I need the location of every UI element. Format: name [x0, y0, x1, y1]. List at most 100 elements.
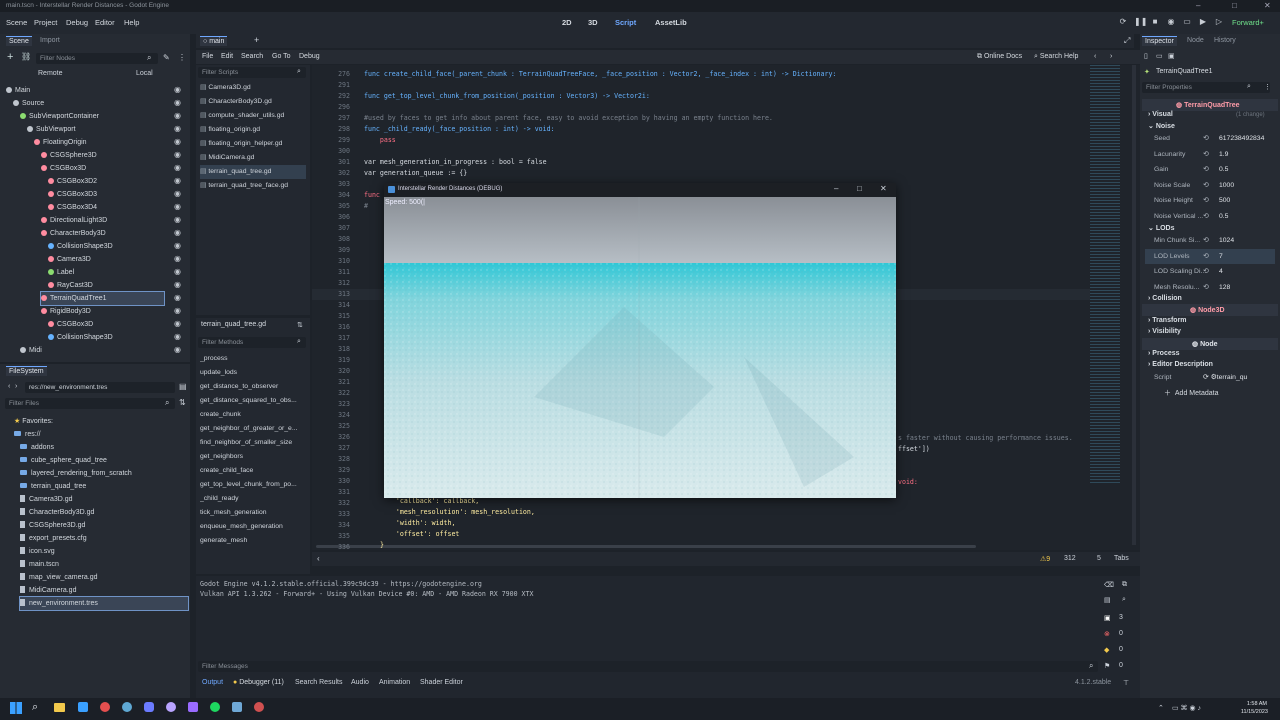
filesystem-item[interactable]: cube_sphere_quad_tree: [20, 454, 188, 467]
filesystem-item[interactable]: icon.svg: [20, 545, 188, 558]
inspected-object[interactable]: TerrainQuadTree1: [1156, 68, 1213, 75]
property-row[interactable]: Noise Scale ⟲ 1000: [1145, 178, 1275, 193]
filesystem-item[interactable]: MidiCamera.gd: [20, 584, 188, 597]
visibility-eye-icon[interactable]: ◉: [174, 228, 181, 237]
visibility-eye-icon[interactable]: ◉: [174, 163, 181, 172]
script-menu-search[interactable]: Search: [241, 53, 263, 60]
minimize-icon[interactable]: –: [834, 184, 838, 193]
scene-node[interactable]: CharacterBody3D: [41, 227, 164, 240]
visibility-eye-icon[interactable]: ◉: [174, 202, 181, 211]
scene-node[interactable]: CSGBox3D3: [48, 188, 164, 201]
sort-icon[interactable]: ⇅: [297, 321, 303, 329]
workspace-tab-2d[interactable]: 2D: [562, 18, 572, 27]
property-row[interactable]: Min Chunk Si... ⟲ 1024: [1145, 233, 1275, 248]
run-scene-icon[interactable]: ▭: [1182, 17, 1192, 27]
script-menu-goto[interactable]: Go To: [272, 53, 291, 60]
property-value[interactable]: 0.5: [1219, 209, 1228, 224]
filesystem-item[interactable]: CharacterBody3D.gd: [20, 506, 188, 519]
method-list-item[interactable]: update_lods: [200, 366, 306, 380]
online-docs-button[interactable]: ⧉ Online Docs: [977, 53, 1022, 61]
scene-node[interactable]: RigidBody3D: [41, 305, 164, 318]
clock-date[interactable]: 11/15/2023: [1236, 709, 1268, 715]
renderer-selector[interactable]: Forward+: [1232, 18, 1264, 27]
toggle-scripts-icon[interactable]: ‹: [317, 554, 320, 563]
scene-node[interactable]: CollisionShape3D: [48, 331, 164, 344]
revert-icon[interactable]: ⟲: [1203, 178, 1209, 193]
revert-icon[interactable]: ⟲: [1203, 233, 1209, 248]
maximize-icon[interactable]: □: [857, 184, 862, 193]
load-resource-icon[interactable]: ▭: [1156, 52, 1163, 60]
visibility-eye-icon[interactable]: ◉: [174, 111, 181, 120]
indent-mode[interactable]: Tabs: [1114, 555, 1129, 562]
search-icon[interactable]: ⌕: [32, 701, 38, 714]
add-metadata-button[interactable]: ＋ Add Metadata: [1164, 388, 1218, 398]
property-value[interactable]: 4: [1219, 264, 1223, 279]
game-window[interactable]: Interstellar Render Distances (DEBUG) – …: [384, 183, 896, 498]
save-resource-icon[interactable]: ▣: [1168, 52, 1175, 60]
tab-shader-editor[interactable]: Shader Editor: [420, 679, 463, 686]
property-value[interactable]: 0.5: [1219, 162, 1228, 177]
section-editor-description[interactable]: › Editor Description: [1148, 361, 1213, 368]
close-icon[interactable]: ✕: [880, 184, 887, 193]
filesystem-path[interactable]: res://new_environment.tres: [25, 382, 175, 393]
clear-output-icon[interactable]: ⌫: [1104, 581, 1114, 589]
script-menu-file[interactable]: File: [202, 53, 213, 60]
filesystem-item[interactable]: main.tscn: [20, 558, 188, 571]
script-list-item[interactable]: ▤ Camera3D.gd: [200, 81, 306, 95]
code-minimap[interactable]: [1090, 65, 1120, 485]
tab-audio[interactable]: Audio: [351, 679, 369, 686]
discord-icon[interactable]: [144, 702, 154, 712]
property-row[interactable]: LOD Levels ⟲ 7: [1145, 248, 1275, 264]
revert-icon[interactable]: ⟲: [1203, 131, 1209, 146]
menu-debug[interactable]: Debug: [66, 18, 88, 27]
tray-icons[interactable]: ▭ ⌘ ◉ ♪: [1172, 704, 1201, 712]
section-transform[interactable]: › Transform: [1148, 317, 1187, 324]
filter-scripts-input[interactable]: Filter Scripts: [198, 67, 306, 78]
method-list-item[interactable]: get_neighbor_of_greater_or_e...: [200, 422, 306, 436]
visibility-eye-icon[interactable]: ◉: [174, 98, 181, 107]
telegram-icon[interactable]: [122, 702, 132, 712]
section-lods[interactable]: ⌄ LODs: [1148, 224, 1174, 232]
method-list-item[interactable]: get_distance_to_observer: [200, 380, 306, 394]
menu-project[interactable]: Project: [34, 18, 57, 27]
workspace-tab-script[interactable]: Script: [615, 18, 636, 27]
distraction-free-icon[interactable]: ⤢: [1124, 36, 1130, 46]
revert-icon[interactable]: ⟲: [1203, 162, 1209, 177]
method-list-item[interactable]: create_chunk: [200, 408, 306, 422]
section-collision[interactable]: › Collision: [1148, 295, 1182, 302]
filesystem-item[interactable]: addons: [20, 441, 188, 454]
revert-icon[interactable]: ⟲: [1203, 249, 1209, 264]
visibility-eye-icon[interactable]: ◉: [174, 137, 181, 146]
clock-time[interactable]: 1:58 AM: [1241, 701, 1267, 707]
twitch-icon[interactable]: [188, 702, 198, 712]
app-icon[interactable]: [78, 702, 88, 712]
property-row[interactable]: Noise Height ⟲ 500: [1145, 193, 1275, 208]
scene-node[interactable]: CSGBox3D: [48, 318, 164, 331]
add-node-icon[interactable]: +: [7, 51, 13, 63]
filesystem-item[interactable]: CSGSphere3D.gd: [20, 519, 188, 532]
copy-output-icon[interactable]: ⧉: [1122, 581, 1127, 589]
new-resource-icon[interactable]: ▯: [1144, 52, 1148, 60]
filesystem-item[interactable]: layered_rendering_from_scratch: [20, 467, 188, 480]
method-list-item[interactable]: get_top_level_chunk_from_po...: [200, 478, 306, 492]
search-icon[interactable]: ⌕: [1122, 596, 1126, 604]
workspace-tab-assetlib[interactable]: AssetLib: [655, 18, 687, 27]
revert-icon[interactable]: ⟲: [1203, 147, 1209, 162]
tab-main[interactable]: ○ main: [200, 36, 228, 46]
scene-node[interactable]: Main: [6, 84, 164, 97]
spotify-icon[interactable]: [210, 702, 220, 712]
scene-node[interactable]: CSGBox3D: [41, 162, 164, 175]
next-script-icon[interactable]: ›: [1110, 53, 1112, 60]
script-list-item[interactable]: ▤ terrain_quad_tree_face.gd: [200, 179, 306, 193]
movie-icon[interactable]: ◉: [1166, 17, 1176, 27]
scene-node[interactable]: CSGBox3D2: [48, 175, 164, 188]
file-explorer-icon[interactable]: [54, 703, 65, 712]
property-row[interactable]: Seed ⟲ 617238492834: [1145, 131, 1275, 146]
attach-script-icon[interactable]: ✎: [163, 53, 170, 62]
filesystem-item[interactable]: Camera3D.gd: [20, 493, 188, 506]
scene-node[interactable]: CSGBox3D4: [48, 201, 164, 214]
method-list-item[interactable]: get_neighbors: [200, 450, 306, 464]
filesystem-item[interactable]: export_presets.cfg: [20, 532, 188, 545]
script-list-item[interactable]: ▤ MidiCamera.gd: [200, 151, 306, 165]
method-list-item[interactable]: _process: [200, 352, 306, 366]
